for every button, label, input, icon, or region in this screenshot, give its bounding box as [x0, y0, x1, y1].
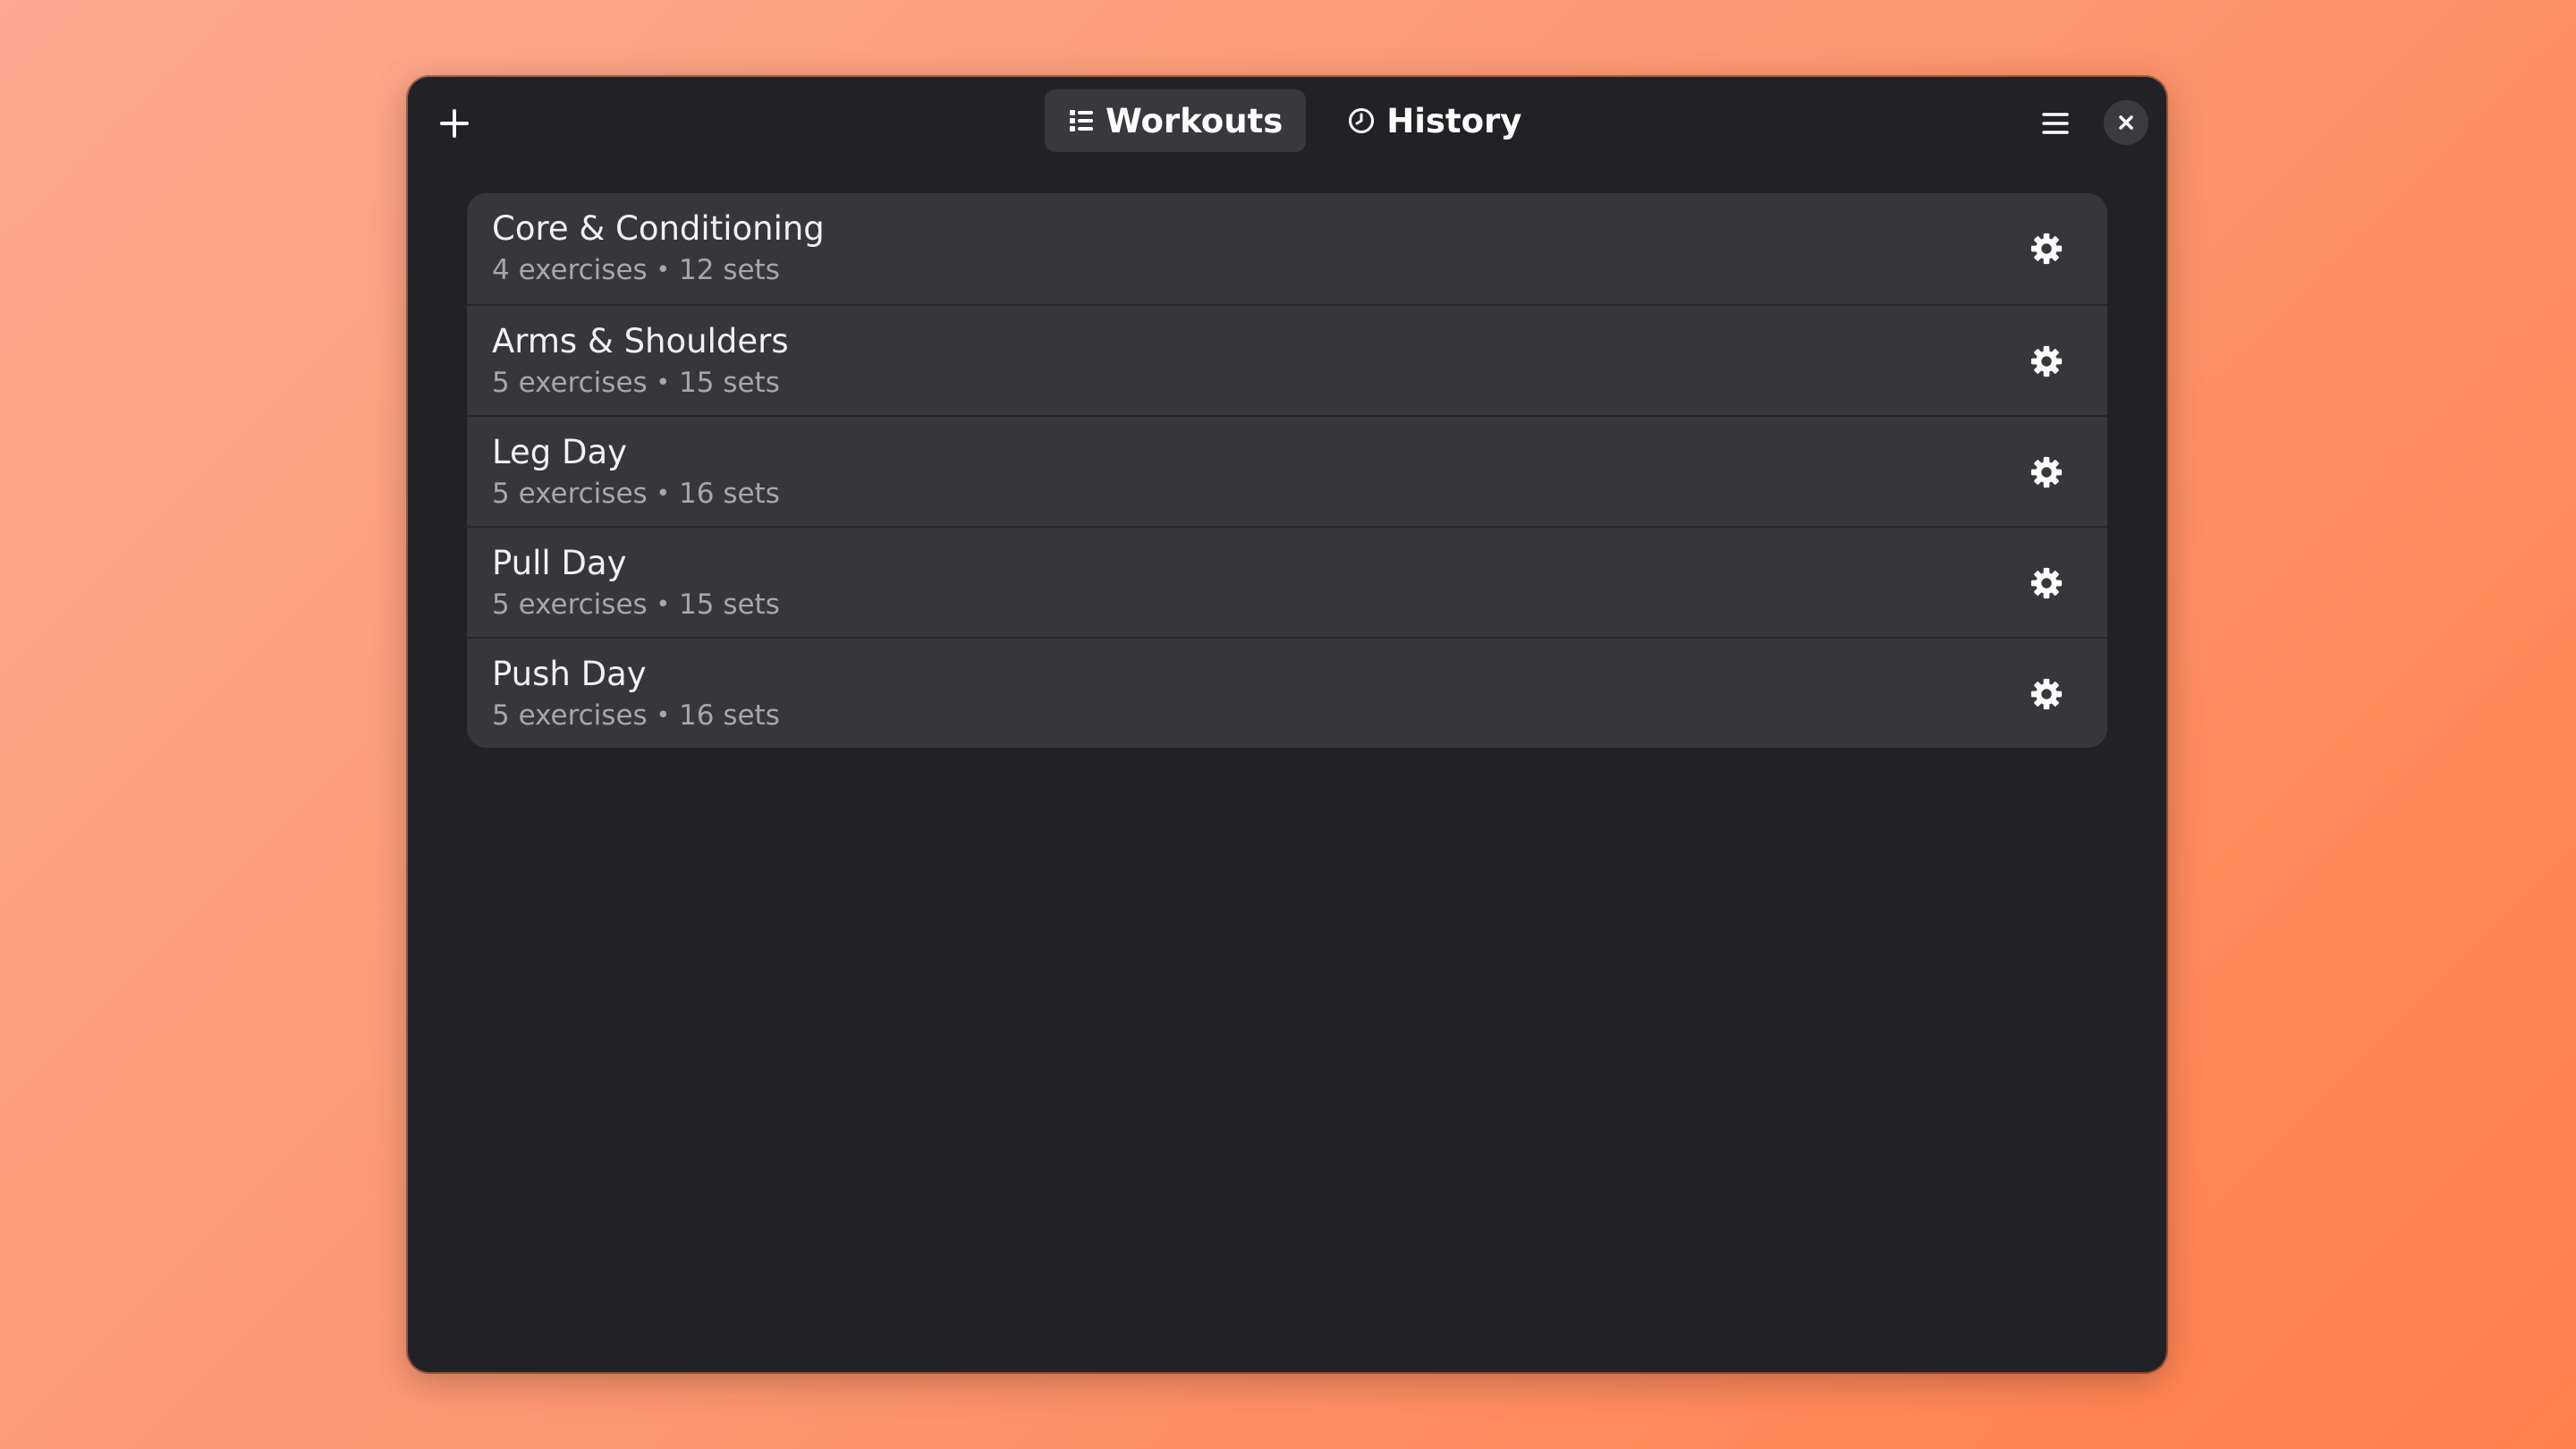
exercise-count: 5 exercises [492, 699, 648, 732]
plus-icon [440, 109, 469, 138]
workout-summary: 5 exercises • 16 sets [492, 478, 780, 510]
exercise-count: 5 exercises [492, 589, 648, 621]
workout-summary: 4 exercises • 12 sets [492, 254, 780, 286]
list-item[interactable]: Leg Day 5 exercises • 16 sets [467, 415, 2107, 526]
separator: • [656, 591, 671, 618]
workout-name: Leg Day [492, 433, 628, 471]
gear-icon [2030, 678, 2063, 710]
view-switcher: Workouts History [1045, 89, 1545, 152]
separator: • [656, 702, 671, 729]
exercise-count: 5 exercises [492, 367, 648, 399]
exercise-count: 4 exercises [492, 254, 648, 286]
workout-summary: 5 exercises • 15 sets [492, 589, 780, 621]
separator: • [656, 480, 671, 507]
main-menu-button[interactable] [2027, 95, 2084, 152]
hamburger-menu-icon [2042, 113, 2069, 134]
tab-history[interactable]: History [1324, 89, 1545, 152]
set-count: 16 sets [679, 478, 780, 510]
separator: • [656, 257, 671, 284]
workout-settings-button[interactable] [2018, 444, 2075, 501]
workout-settings-button[interactable] [2018, 220, 2075, 277]
list-icon [1070, 110, 1093, 131]
workout-summary: 5 exercises • 15 sets [492, 367, 780, 399]
workout-name: Arms & Shoulders [492, 322, 789, 360]
separator: • [656, 369, 671, 396]
workout-summary: 5 exercises • 16 sets [492, 699, 780, 732]
workout-settings-button[interactable] [2018, 333, 2075, 390]
gear-icon [2030, 456, 2063, 488]
list-item[interactable]: Arms & Shoulders 5 exercises • 15 sets [467, 304, 2107, 415]
close-button[interactable] [2104, 100, 2148, 145]
tab-workouts[interactable]: Workouts [1045, 89, 1307, 152]
list-item[interactable]: Pull Day 5 exercises • 15 sets [467, 526, 2107, 637]
workout-list: Core & Conditioning 4 exercises • 12 set… [467, 193, 2107, 748]
gear-icon [2030, 233, 2063, 265]
set-count: 15 sets [679, 589, 780, 621]
list-item[interactable]: Push Day 5 exercises • 16 sets [467, 637, 2107, 748]
set-count: 15 sets [679, 367, 780, 399]
tab-history-label: History [1386, 101, 1522, 140]
set-count: 12 sets [679, 254, 780, 286]
set-count: 16 sets [679, 699, 780, 732]
workout-name: Push Day [492, 655, 647, 693]
gear-icon [2030, 345, 2063, 377]
clock-icon [1349, 108, 1375, 133]
app-window: Workouts History Core & Conditioning 4 e… [408, 77, 2166, 1372]
list-item[interactable]: Core & Conditioning 4 exercises • 12 set… [467, 193, 2107, 304]
add-workout-button[interactable] [426, 95, 483, 152]
tab-workouts-label: Workouts [1106, 101, 1284, 140]
gear-icon [2030, 567, 2063, 599]
workout-name: Pull Day [492, 544, 627, 582]
workout-settings-button[interactable] [2018, 555, 2075, 612]
header-bar: Workouts History [408, 77, 2166, 166]
exercise-count: 5 exercises [492, 478, 648, 510]
workout-name: Core & Conditioning [492, 209, 825, 248]
workout-settings-button[interactable] [2018, 665, 2075, 723]
close-icon [2119, 115, 2133, 130]
